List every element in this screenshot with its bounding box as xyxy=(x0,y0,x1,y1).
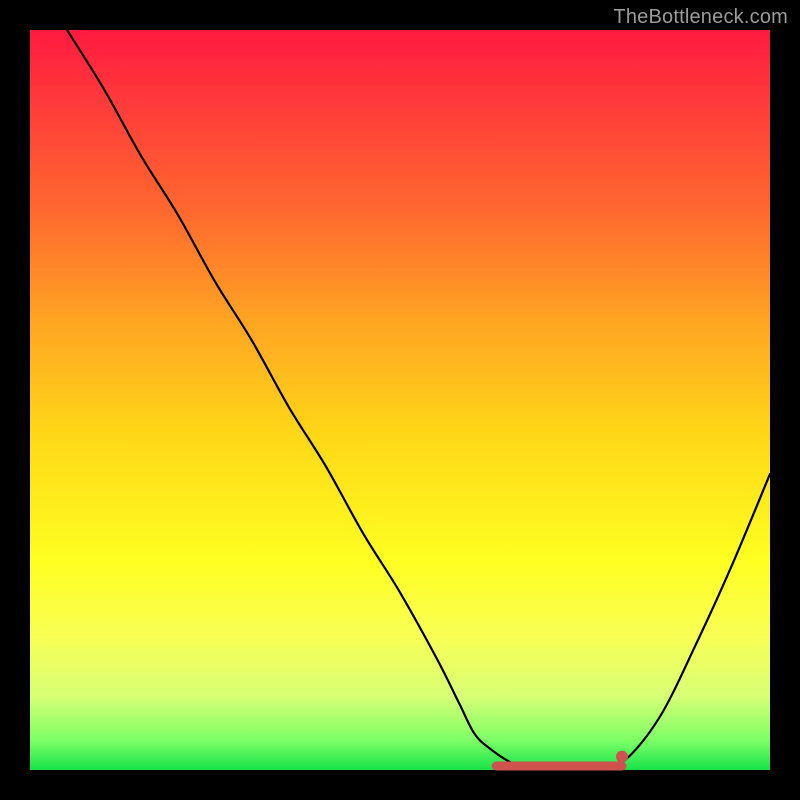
plot-area xyxy=(30,30,770,770)
chart-container: TheBottleneck.com xyxy=(0,0,800,800)
watermark-text: TheBottleneck.com xyxy=(613,6,788,29)
bottleneck-curve xyxy=(67,30,770,771)
highlight-dot xyxy=(616,751,628,763)
curve-svg xyxy=(30,30,770,770)
